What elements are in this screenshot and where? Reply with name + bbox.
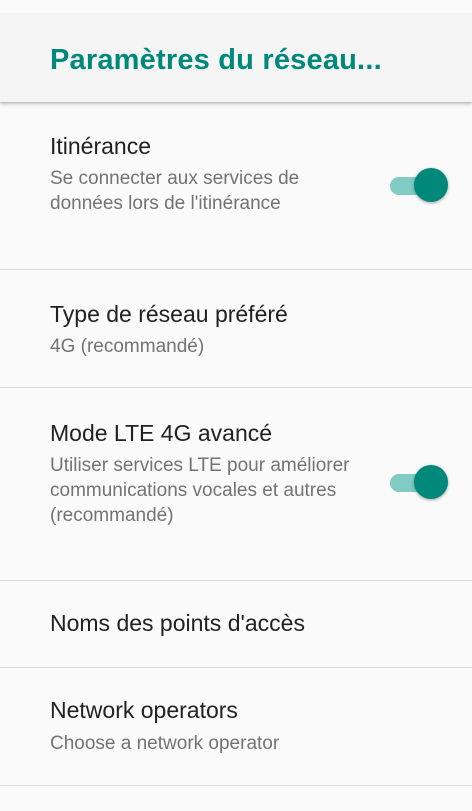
roaming-toggle[interactable] (386, 168, 448, 202)
setting-network-type-text: Type de réseau préféré 4G (recommandé) (50, 300, 350, 359)
page-title: Paramètres du réseau... (50, 44, 382, 76)
setting-network-operators[interactable]: Network operators Choose a network opera… (0, 668, 472, 786)
setting-enhanced-lte[interactable]: Mode LTE 4G avancé Utiliser services LTE… (0, 388, 472, 581)
setting-access-point-names[interactable]: Noms des points d'accès (0, 581, 472, 668)
setting-roaming[interactable]: Itinérance Se connecter aux services de … (0, 102, 472, 270)
setting-lte-title: Mode LTE 4G avancé (50, 420, 273, 446)
setting-operators-text: Network operators Choose a network opera… (50, 696, 350, 756)
setting-operators-title: Network operators (50, 697, 238, 723)
setting-preferred-network-type[interactable]: Type de réseau préféré 4G (recommandé) (0, 270, 472, 388)
setting-roaming-summary: Se connecter aux services de données lor… (50, 168, 300, 214)
setting-roaming-text: Itinérance Se connecter aux services de … (50, 132, 350, 216)
setting-lte-text: Mode LTE 4G avancé Utiliser services LTE… (50, 419, 350, 528)
status-bar-area (0, 0, 472, 14)
setting-operators-summary: Choose a network operator (50, 733, 280, 754)
settings-list: Itinérance Se connecter aux services de … (0, 102, 472, 786)
roaming-toggle-thumb (414, 168, 448, 202)
setting-lte-summary: Utiliser services LTE pour améliorer com… (50, 455, 350, 526)
setting-roaming-title: Itinérance (50, 133, 152, 159)
setting-network-type-title: Type de réseau préféré (50, 301, 288, 327)
lte-toggle[interactable] (386, 465, 448, 499)
setting-apn-title: Noms des points d'accès (50, 610, 305, 636)
setting-apn-text: Noms des points d'accès (50, 609, 350, 637)
lte-toggle-thumb (414, 465, 448, 499)
app-bar: Paramètres du réseau... (0, 14, 472, 102)
setting-network-type-summary: 4G (recommandé) (50, 336, 205, 357)
